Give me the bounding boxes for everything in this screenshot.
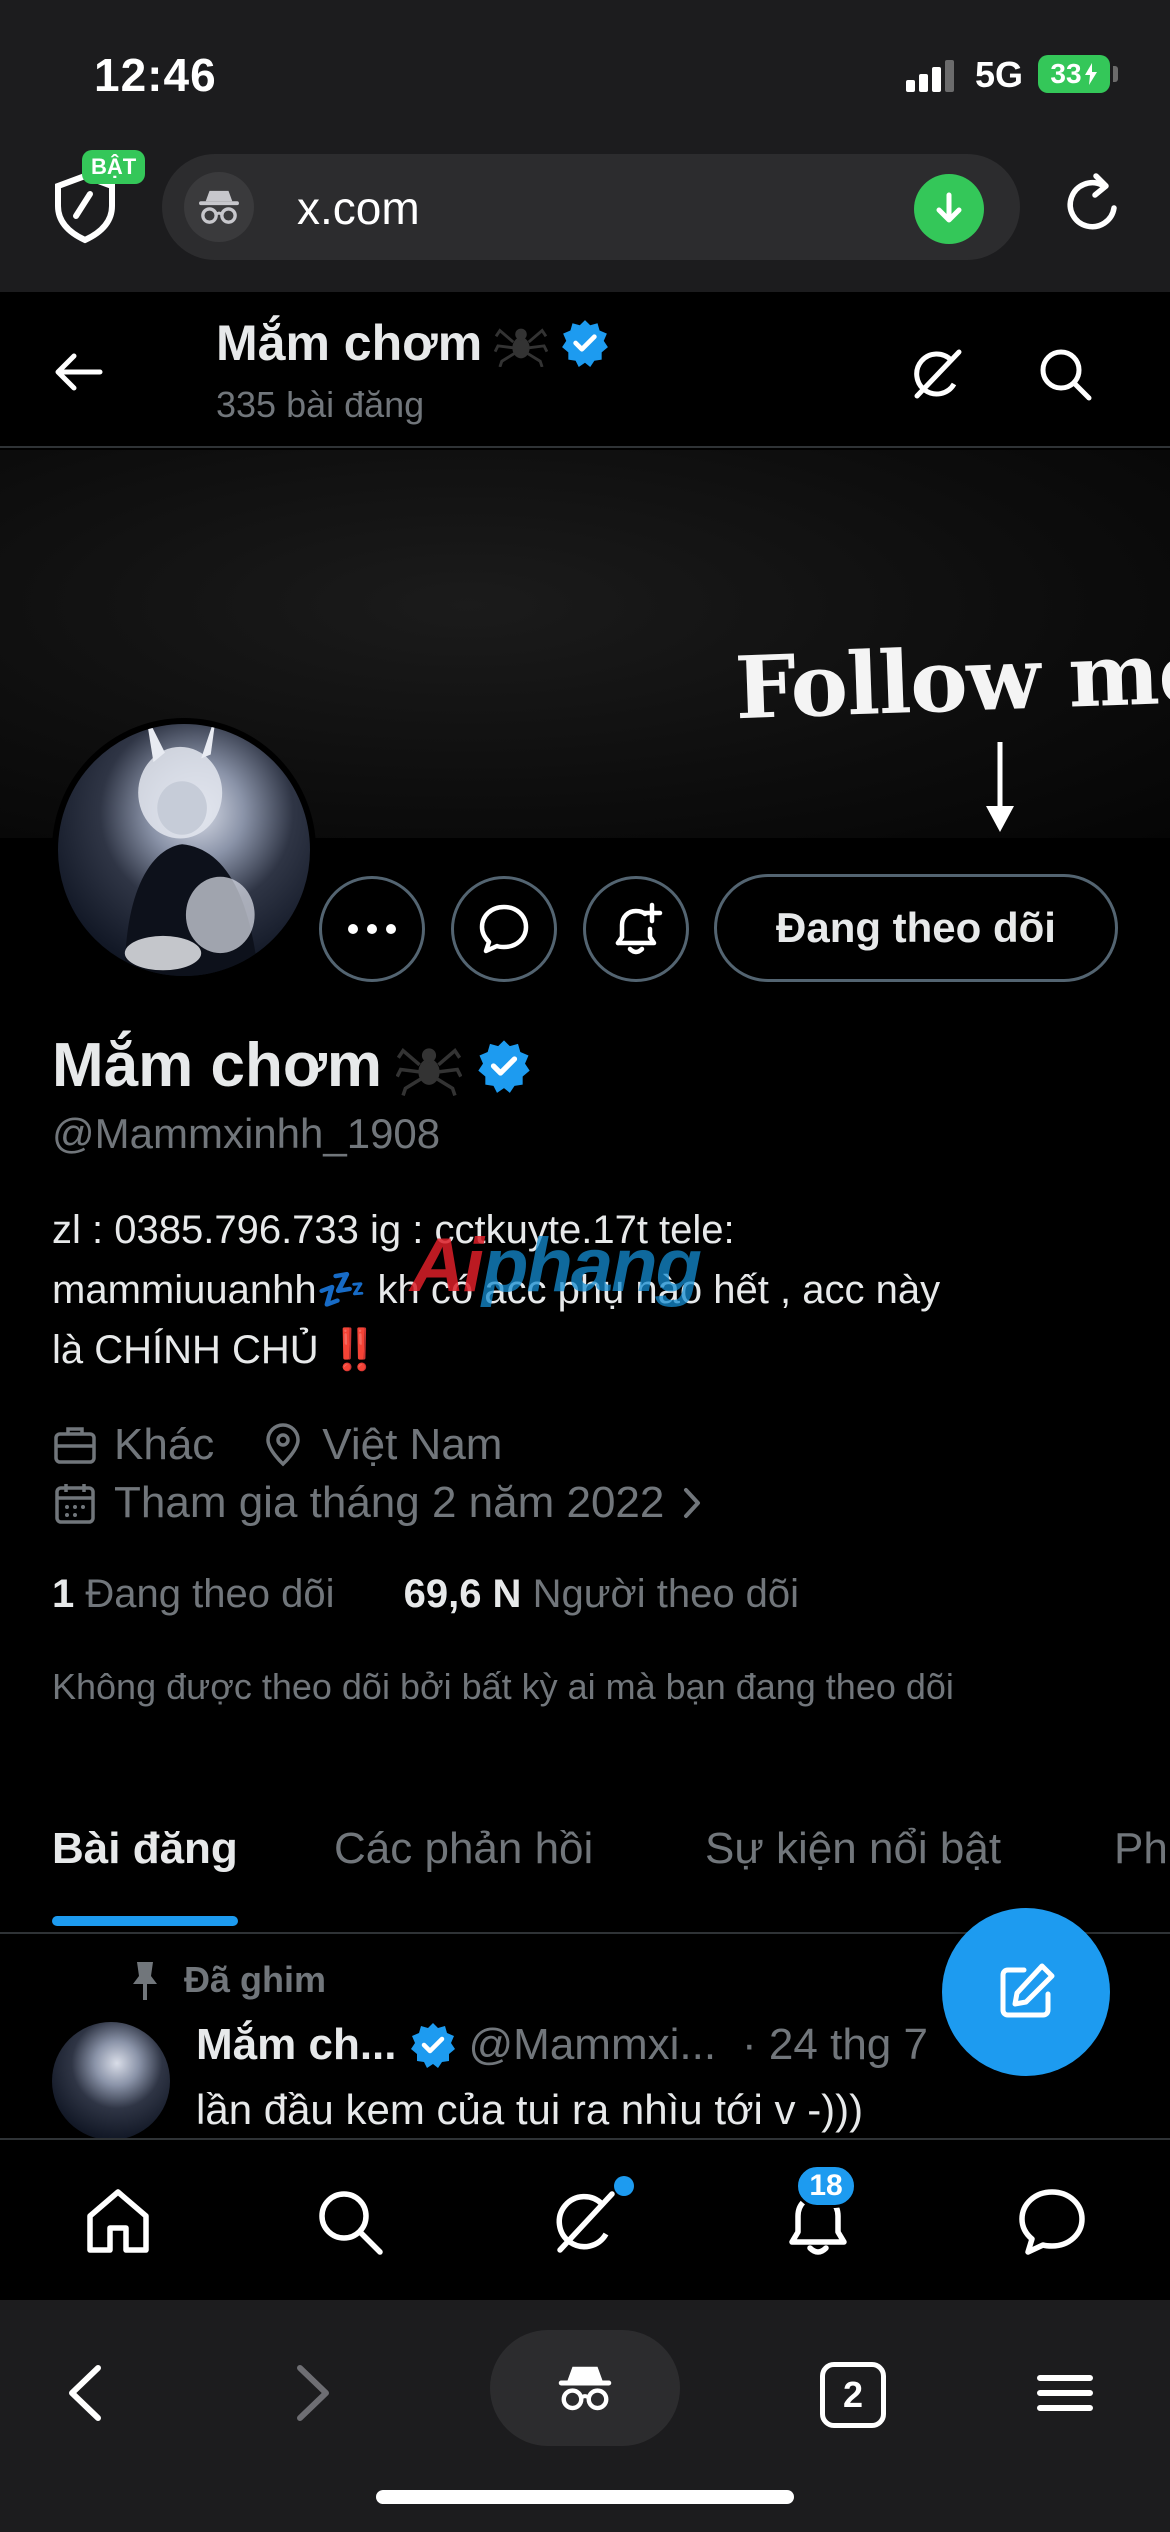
spider-icon: [396, 1036, 463, 1096]
browser-forward-icon[interactable]: [276, 2360, 342, 2426]
search-icon[interactable]: [1035, 344, 1097, 406]
bottom-nav: 18: [0, 2138, 1170, 2300]
download-icon[interactable]: [914, 174, 984, 244]
mutual-followers-note: Không được theo dõi bởi bất kỳ ai mà bạn…: [52, 1666, 954, 1707]
following-button[interactable]: Đang theo dõi: [714, 874, 1118, 982]
messages-icon[interactable]: [1014, 2184, 1090, 2260]
verified-badge-icon: [560, 318, 610, 368]
more-options-button[interactable]: [319, 876, 425, 982]
battery-level: 33: [1050, 58, 1082, 89]
followers-label: Người theo dõi: [532, 1572, 800, 1616]
category: Khác: [114, 1420, 215, 1469]
grok-nav-icon[interactable]: [546, 2184, 622, 2260]
browser-back-icon[interactable]: [56, 2360, 122, 2426]
tab-highlights[interactable]: Sự kiện nổi bật: [705, 1824, 1001, 1874]
bio-line: zl : 0385.796.733 ig : cctkuyte.17t tele…: [52, 1208, 735, 1252]
double-exclamation-emoji: ‼️: [329, 1328, 380, 1372]
grok-unread-dot: [614, 2176, 634, 2196]
post-author[interactable]: Mắm ch...: [196, 2020, 397, 2070]
active-tab-indicator: [52, 1916, 238, 1926]
tabs-switcher-button[interactable]: 2: [820, 2362, 886, 2428]
location-pin-icon: [260, 1422, 306, 1468]
post-avatar[interactable]: [52, 2022, 170, 2140]
battery-tip: [1113, 66, 1118, 82]
incognito-mode-button[interactable]: [490, 2330, 680, 2446]
following-count: 1: [52, 1572, 75, 1616]
bio-line: mammiuuanhh💤 kh có acc phụ nào hết , acc…: [52, 1268, 941, 1312]
profile-meta-row: Khác Việt Nam: [52, 1420, 502, 1470]
join-date-row[interactable]: Tham gia tháng 2 năm 2022: [52, 1478, 722, 1528]
notifications-badge: 18: [795, 2164, 857, 2208]
battery-icon: 33: [1038, 55, 1110, 93]
tab-replies[interactable]: Các phản hồi: [334, 1824, 593, 1874]
briefcase-icon: [52, 1422, 98, 1468]
reload-icon[interactable]: [1058, 170, 1128, 240]
followers-link[interactable]: 69,6 N Người theo dõi: [404, 1572, 799, 1616]
bell-plus-icon: [615, 902, 663, 955]
message-icon: [479, 904, 529, 954]
follow-stats: 1 Đang theo dõi 69,6 N Người theo dõi: [52, 1572, 799, 1617]
join-date: Tham gia tháng 2 năm 2022: [114, 1478, 665, 1527]
header-name: Mắm chơm: [216, 315, 483, 371]
more-dots-icon: [348, 924, 396, 934]
compose-icon: [1000, 1963, 1055, 2018]
url-text[interactable]: x.com: [297, 181, 420, 235]
incognito-icon: [558, 2366, 612, 2411]
post-count: 335 bài đăng: [216, 384, 425, 425]
back-arrow-icon[interactable]: [50, 344, 106, 400]
pin-icon: [130, 1958, 160, 2002]
explore-search-icon[interactable]: [312, 2184, 388, 2260]
browser-top-bar: 12:46 5G 33 BẬT x.com: [0, 0, 1170, 292]
grok-icon[interactable]: [905, 344, 967, 406]
header-title: Mắm chơm: [216, 314, 610, 372]
calendar-icon: [52, 1480, 98, 1526]
home-icon[interactable]: [80, 2184, 156, 2260]
pinned-label-row: Đã ghim: [130, 1958, 326, 2002]
post-text[interactable]: lần đầu kem của tui ra nhìu tới v -))): [196, 2086, 863, 2134]
profile-header-bar: Mắm chơm 335 bài đăng: [0, 292, 1170, 448]
post-handle: @Mammxi...: [468, 2020, 717, 2069]
chevron-right-icon: [678, 1480, 706, 1526]
verified-badge-icon: [409, 2021, 457, 2069]
post-header: Mắm ch... @Mammxi... · 24 thg 7: [196, 2020, 928, 2070]
following-link[interactable]: 1 Đang theo dõi: [52, 1572, 334, 1616]
profile-name-row: Mắm chơm: [52, 1030, 532, 1101]
shield-status-badge: BẬT: [82, 150, 146, 184]
profile-avatar[interactable]: [52, 718, 316, 982]
hamburger-menu-icon[interactable]: [1032, 2360, 1098, 2426]
status-time: 12:46: [94, 49, 217, 101]
profile-name: Mắm chơm: [52, 1031, 383, 1100]
location: Việt Nam: [322, 1420, 503, 1469]
compose-post-button[interactable]: [942, 1908, 1110, 2076]
arrow-down-icon: [980, 740, 1020, 836]
home-indicator: [376, 2490, 794, 2504]
signal-icon: [906, 60, 956, 92]
spider-icon: [494, 319, 549, 367]
address-bar[interactable]: x.com: [162, 154, 1020, 260]
notify-button[interactable]: [583, 876, 689, 982]
followers-count: 69,6 N: [403, 1572, 522, 1616]
pinned-label: Đã ghim: [184, 1959, 327, 2000]
message-button[interactable]: [451, 876, 557, 982]
following-label: Đang theo dõi: [85, 1572, 335, 1616]
profile-bio: zl : 0385.796.733 ig : cctkuyte.17t tele…: [52, 1200, 1122, 1380]
banner-text: Follow me: [733, 621, 1170, 740]
tab-posts[interactable]: Bài đăng: [52, 1824, 238, 1874]
tab-media[interactable]: Ph: [1114, 1824, 1168, 1874]
verified-badge-icon[interactable]: [476, 1038, 532, 1094]
bio-text: là CHÍNH CHỦ: [52, 1328, 319, 1372]
post-time: · 24 thg 7: [742, 2020, 928, 2069]
bio-line-last: là CHÍNH CHỦ ‼️: [52, 1320, 1122, 1380]
profile-handle: @Mammxinhh_1908: [52, 1110, 441, 1157]
network-label: 5G: [975, 54, 1024, 95]
incognito-icon: [184, 172, 254, 242]
